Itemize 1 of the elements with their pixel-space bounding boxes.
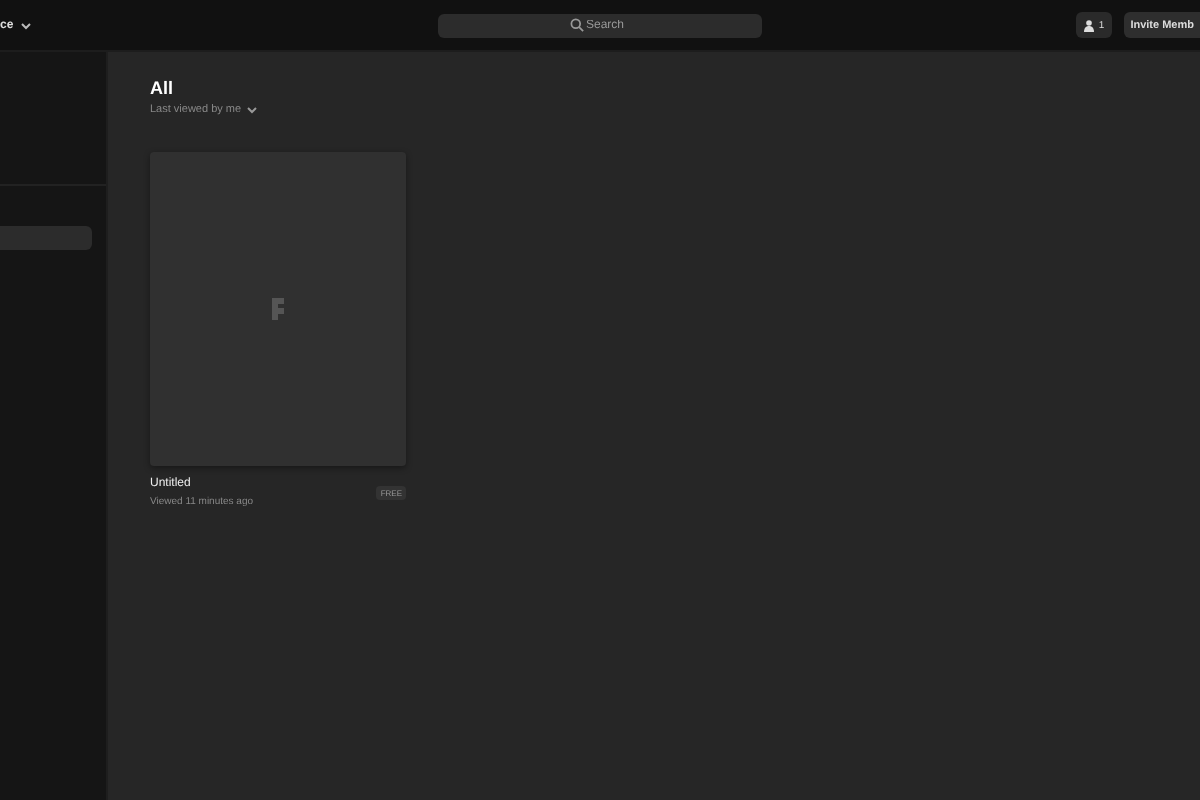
page-title: All xyxy=(150,78,176,98)
